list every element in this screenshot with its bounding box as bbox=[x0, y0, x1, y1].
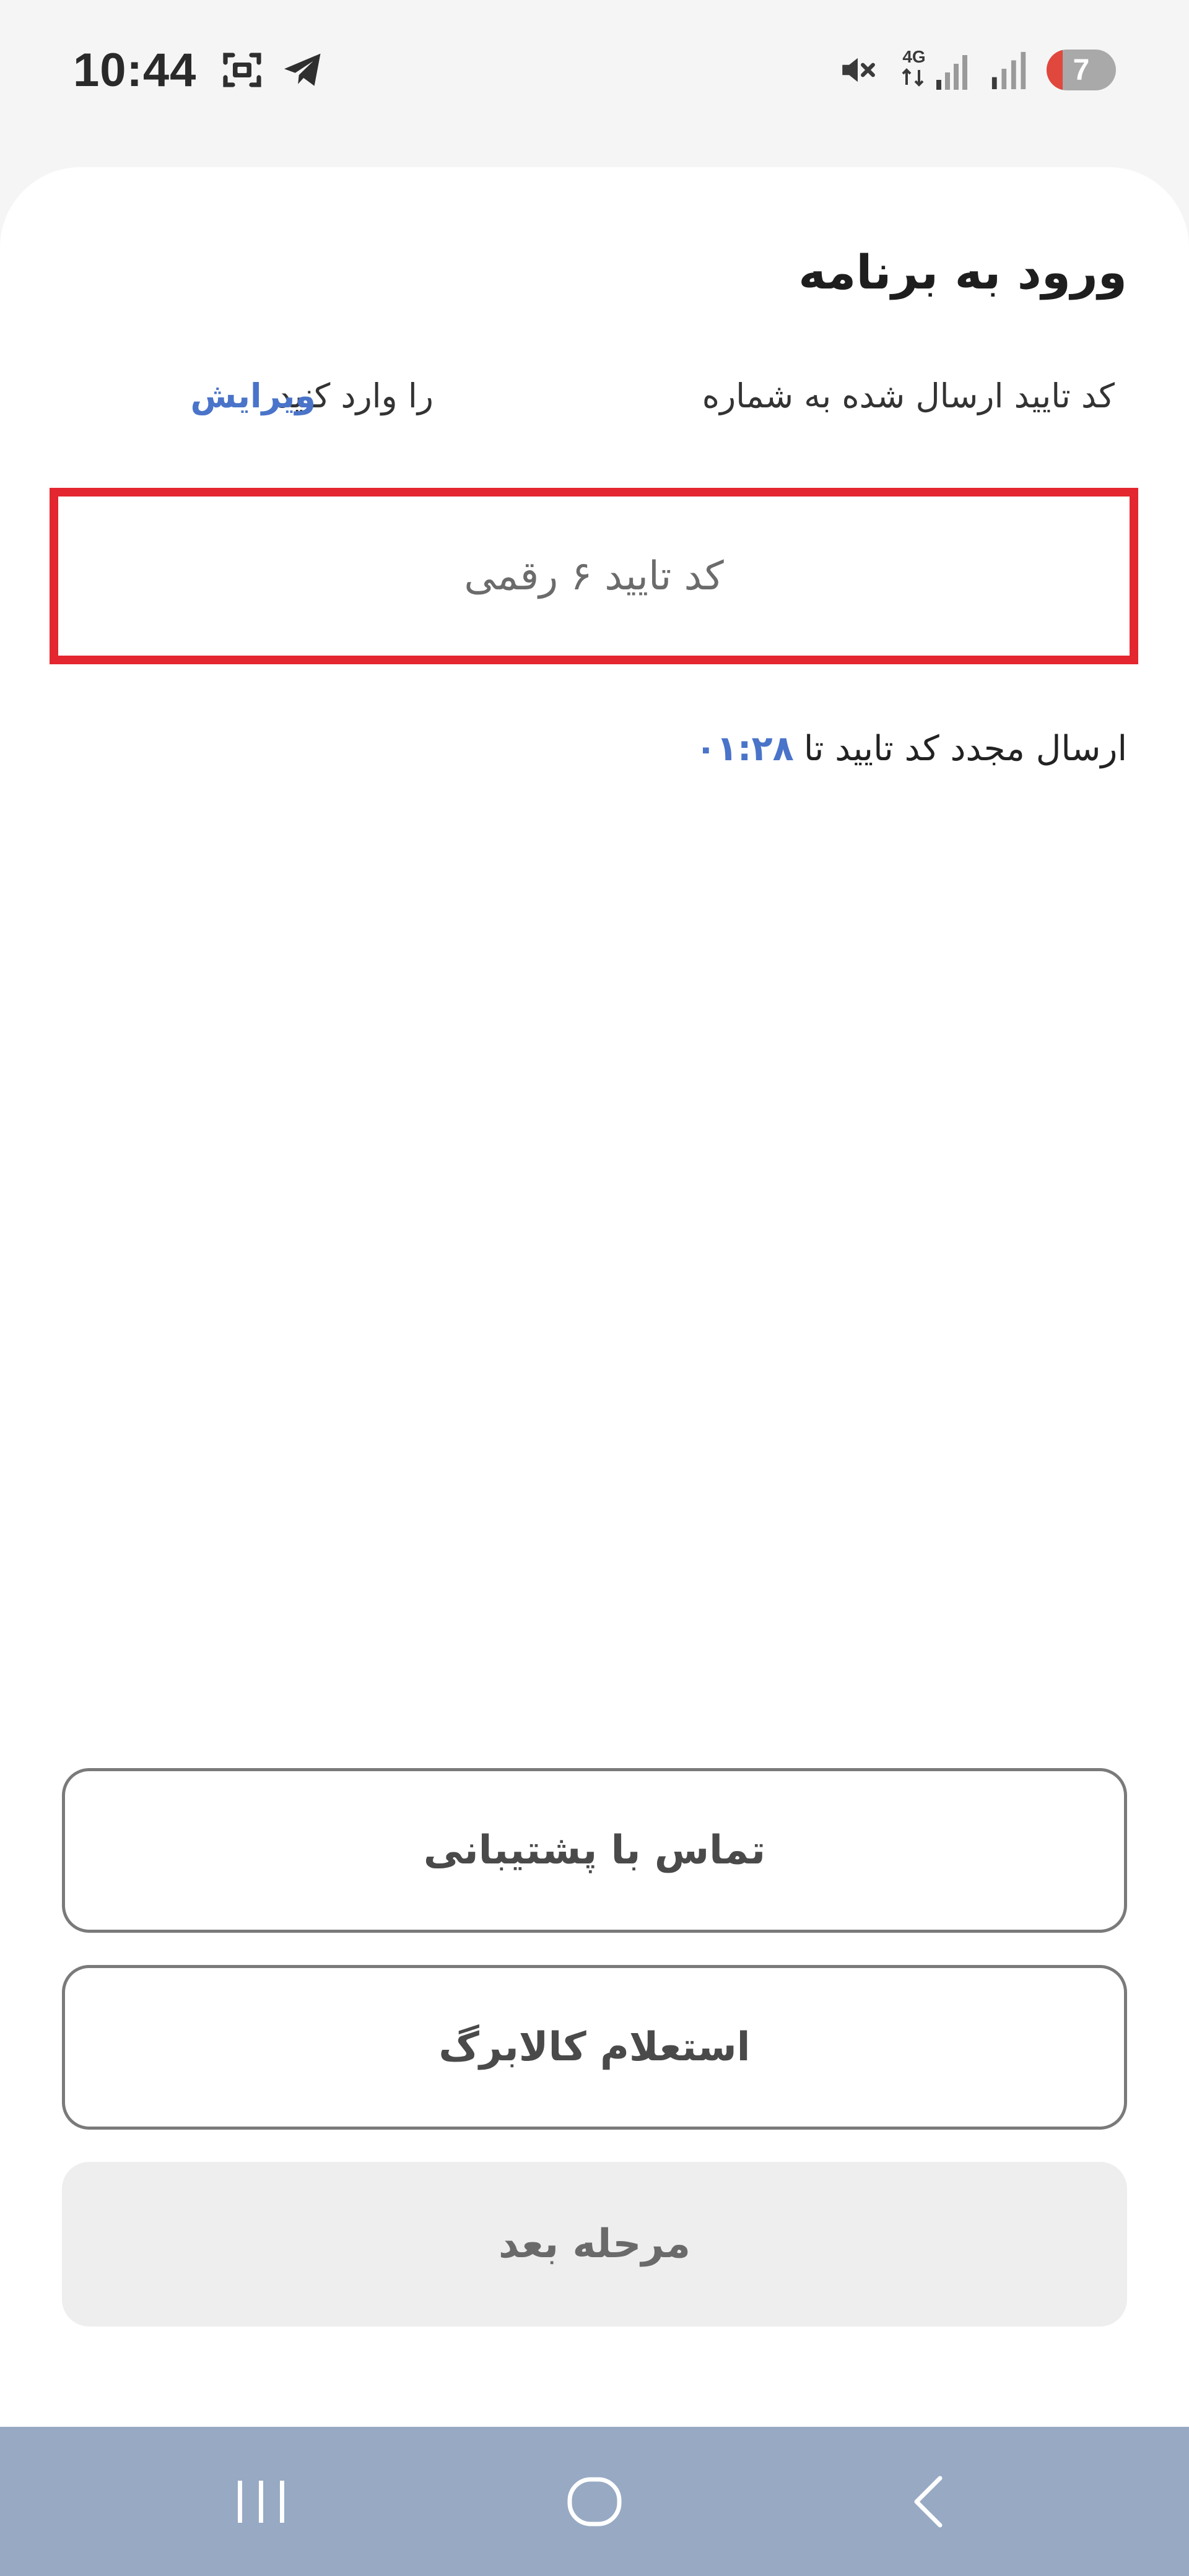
screenshot-icon bbox=[220, 48, 264, 92]
signal-4g-icon: 4G bbox=[894, 45, 973, 95]
status-clock: 10:44 bbox=[73, 43, 197, 97]
contact-support-button[interactable]: تماس با پشتیبانی bbox=[62, 1768, 1127, 1933]
resend-timer: ۰۱:۲۸ bbox=[695, 729, 794, 769]
resend-label: ارسال مجدد کد تایید تا bbox=[803, 729, 1127, 769]
mute-icon bbox=[837, 50, 878, 90]
otp-instructions: کد تایید ارسال شده به شماره را وارد کنید… bbox=[160, 371, 1115, 421]
callback-inquiry-button[interactable]: استعلام کالابرگ bbox=[62, 1965, 1127, 2130]
instructions-lead: کد تایید ارسال شده به شماره bbox=[702, 376, 1115, 415]
otp-input[interactable] bbox=[58, 497, 1130, 656]
network-type-label: 4G bbox=[902, 47, 925, 66]
resend-code: ارسال مجدد کد تایید تا ۰۱:۲۸ bbox=[695, 724, 1127, 774]
recents-icon bbox=[238, 2480, 284, 2523]
status-bar: 10:44 4G 7 bbox=[0, 0, 1189, 142]
battery-low-fill bbox=[1047, 50, 1063, 90]
signal-icon bbox=[990, 48, 1030, 92]
recents-button[interactable] bbox=[199, 2427, 323, 2576]
status-left: 10:44 bbox=[73, 36, 325, 104]
status-right: 4G 7 bbox=[837, 36, 1116, 104]
back-button[interactable] bbox=[867, 2427, 991, 2576]
page-title: ورود به برنامه bbox=[798, 245, 1127, 300]
system-nav-bar bbox=[0, 2427, 1189, 2576]
back-icon bbox=[914, 2476, 943, 2527]
battery-icon: 7 bbox=[1047, 50, 1116, 90]
telegram-icon bbox=[281, 48, 325, 92]
home-icon bbox=[567, 2477, 622, 2526]
next-step-button[interactable]: مرحله بعد bbox=[62, 2162, 1127, 2327]
edit-phone-link[interactable]: ویرایش bbox=[190, 371, 316, 421]
battery-level: 7 bbox=[1073, 53, 1090, 87]
home-button[interactable] bbox=[533, 2427, 656, 2576]
otp-field-container bbox=[50, 488, 1138, 664]
